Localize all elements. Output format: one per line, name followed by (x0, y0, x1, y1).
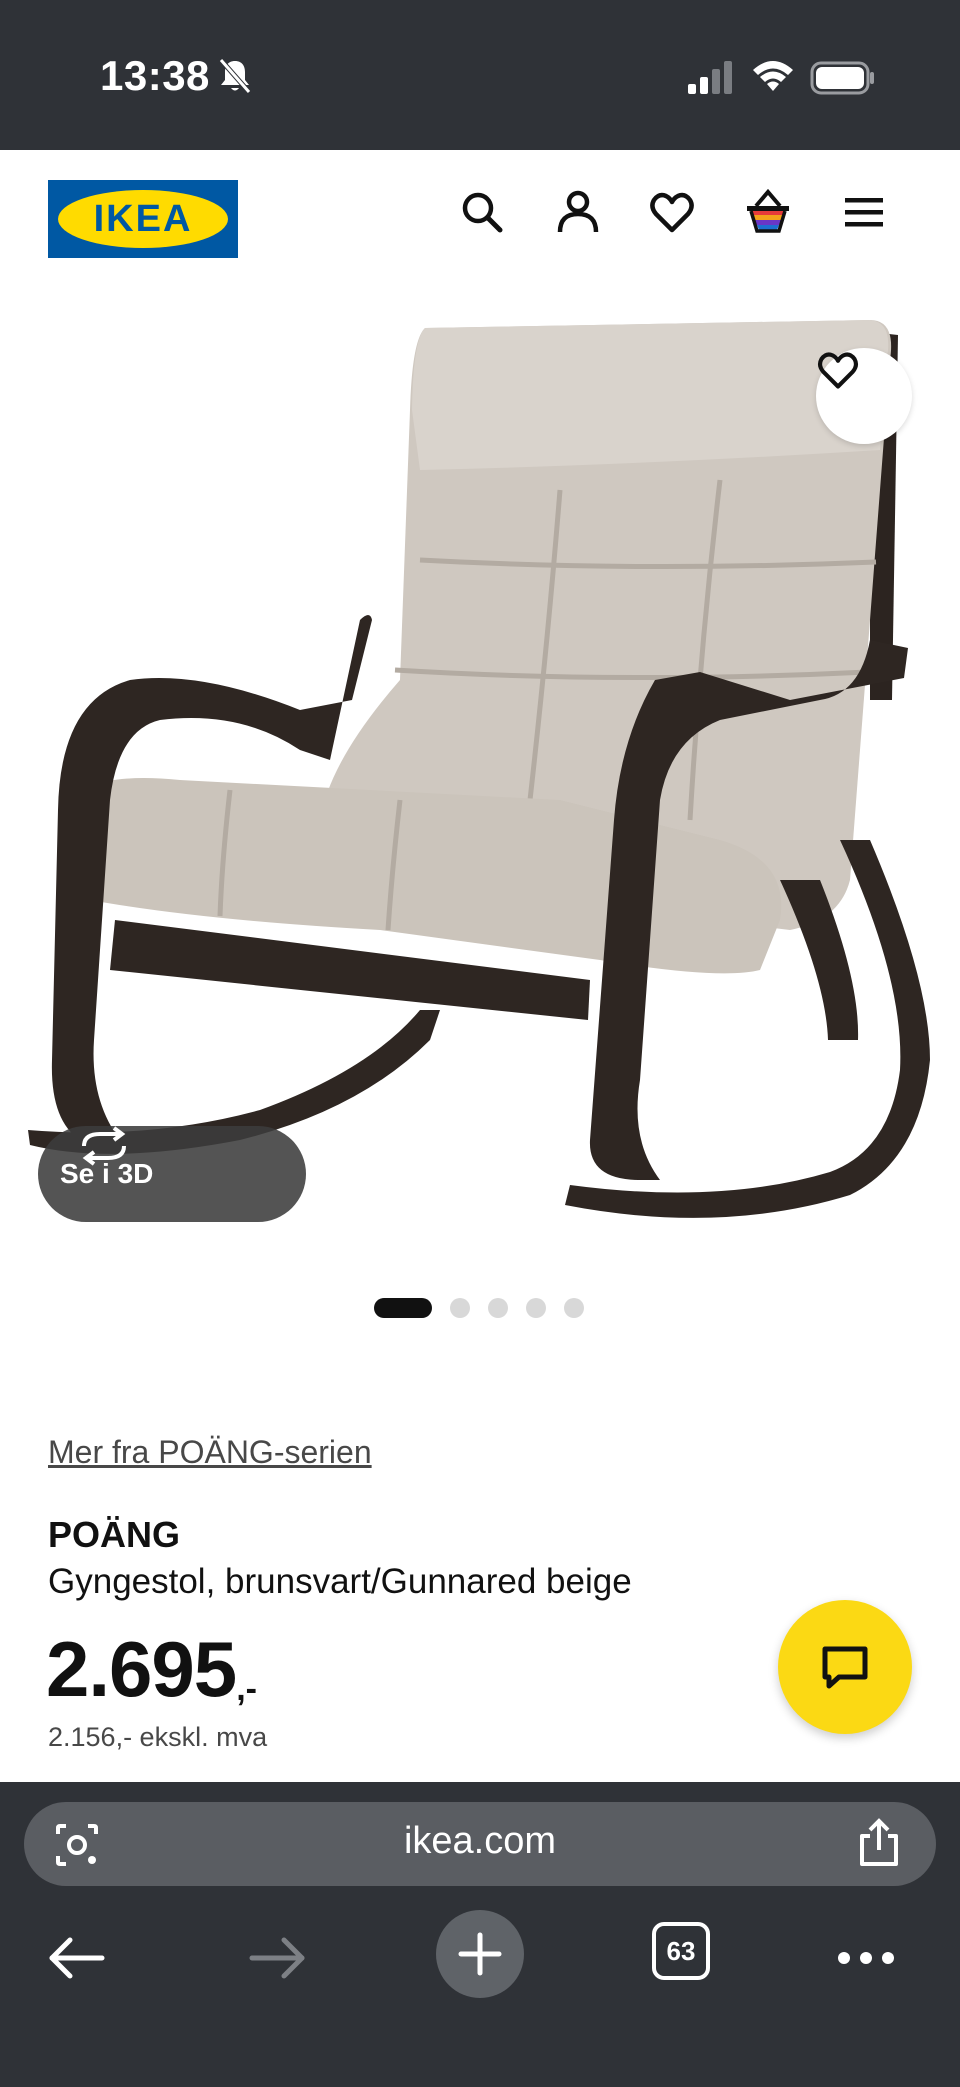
save-to-favorites-button[interactable] (816, 348, 912, 444)
carousel-dot[interactable] (526, 1298, 546, 1318)
price-integer: 2.695 (46, 1625, 237, 1713)
carousel-dot[interactable] (488, 1298, 508, 1318)
share-icon[interactable] (856, 1818, 902, 1868)
address-bar[interactable]: ikea.com (24, 1802, 936, 1886)
browser-toolbar: ikea.com 63 (0, 1782, 960, 2087)
forward-button[interactable] (238, 1918, 318, 1998)
account-icon[interactable] (554, 188, 602, 236)
menu-icon[interactable] (840, 188, 888, 236)
battery-icon (810, 61, 874, 95)
plus-icon (458, 1932, 502, 1976)
wifi-icon (753, 61, 793, 91)
url-text: ikea.com (403, 1820, 557, 1862)
more-options-button[interactable] (826, 1918, 906, 1998)
cellular-signal-icon (688, 61, 732, 94)
price-excluding-vat: 2.156,- ekskl. mva (48, 1722, 268, 1752)
carousel-dot[interactable] (564, 1298, 584, 1318)
back-button[interactable] (36, 1918, 116, 1998)
new-tab-button[interactable] (436, 1910, 524, 1998)
product-price: 2.695 ,- (46, 1626, 257, 1712)
ikea-logo[interactable]: IKEA (48, 180, 238, 258)
arrow-left-icon (49, 1937, 105, 1979)
rotate-3d-icon (82, 1126, 126, 1166)
series-link[interactable]: Mer fra POÄNG-serien (48, 1434, 372, 1471)
chat-button[interactable] (778, 1600, 912, 1734)
view-in-3d-button[interactable]: Se i 3D (38, 1126, 306, 1222)
site-header: IKEA (0, 150, 960, 280)
more-icon (838, 1952, 894, 1964)
status-bar: 13:38 (0, 0, 960, 150)
arrow-right-icon (249, 1937, 305, 1979)
product-image[interactable]: Se i 3D (0, 280, 960, 1260)
search-icon[interactable] (458, 188, 506, 236)
heart-icon (817, 352, 859, 389)
cart-icon[interactable] (744, 188, 792, 236)
tab-switcher-button[interactable]: 63 (652, 1922, 710, 1980)
bell-muted-icon (219, 58, 251, 94)
carousel-dot-active[interactable] (374, 1298, 432, 1318)
rocking-chair-illustration (28, 320, 930, 1218)
product-description: Gyngestol, brunsvart/Gunnared beige (48, 1562, 632, 1601)
chat-icon (822, 1646, 868, 1689)
product-name: POÄNG (48, 1514, 181, 1555)
heart-icon[interactable] (648, 188, 696, 236)
carousel-dot[interactable] (450, 1298, 470, 1318)
image-carousel-indicator (374, 1298, 602, 1318)
price-suffix: ,- (236, 1670, 257, 1708)
status-time: 13:38 (100, 52, 210, 99)
logo-text: IKEA (93, 198, 193, 240)
